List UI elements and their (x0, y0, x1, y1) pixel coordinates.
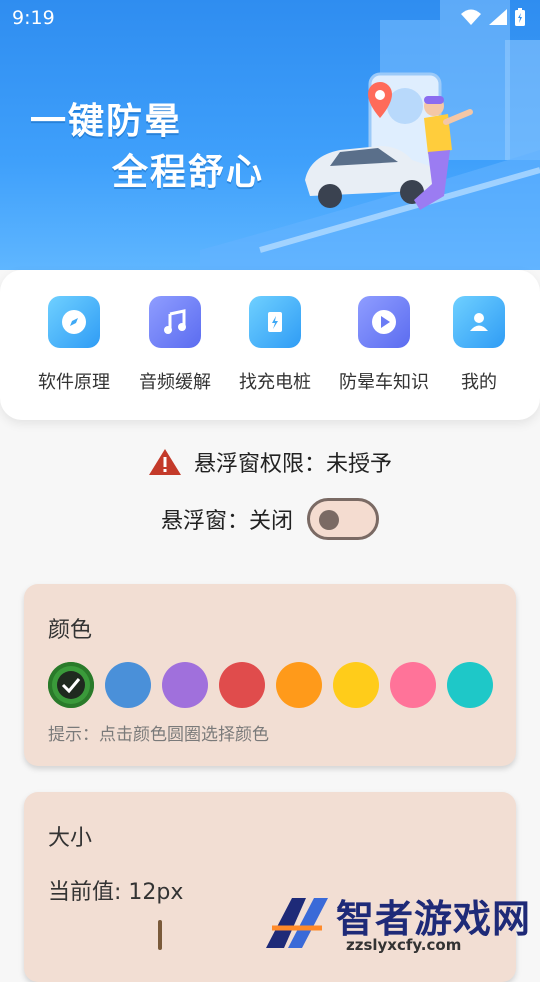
feature-card: 软件原理 音频缓解 找充电桩 防晕车知识 我的 (0, 270, 540, 420)
user-icon (453, 296, 505, 348)
compass-icon (48, 296, 100, 348)
floating-window-toggle[interactable] (307, 498, 379, 540)
color-swatch-purple[interactable] (162, 662, 208, 708)
cellular-signal-icon (489, 9, 507, 25)
permission-text: 悬浮窗权限：未授予 (193, 452, 392, 477)
watermark-logo (266, 898, 328, 948)
warning-icon (148, 449, 181, 475)
color-swatch-orange[interactable] (276, 662, 322, 708)
watermark: 智者游戏网 zzslyxcfy.com (262, 888, 540, 960)
charging-station-icon (249, 296, 301, 348)
color-swatch-pink[interactable] (390, 662, 436, 708)
music-note-icon (149, 296, 201, 348)
status-time: 9:19 (12, 7, 55, 29)
watermark-text: 智者游戏网 (336, 897, 532, 941)
color-card: 颜色 提示：点击颜色圆圈选择颜色 (24, 584, 516, 766)
watermark-url: zzslyxcfy.com (346, 936, 462, 954)
feature-audio-relief[interactable]: 音频缓解 (125, 296, 225, 394)
floating-window-row: 悬浮窗：关闭 (0, 498, 540, 540)
play-icon (358, 296, 410, 348)
battery-icon (515, 8, 525, 26)
banner-slogan-line1: 一键防晕 (30, 101, 183, 142)
feature-motion-sickness-knowledge[interactable]: 防晕车知识 (334, 296, 434, 394)
feature-label: 防晕车知识 (339, 372, 429, 393)
wifi-icon (461, 9, 481, 25)
color-swatch-yellow[interactable] (333, 662, 379, 708)
toggle-knob (319, 510, 339, 530)
feature-label: 软件原理 (38, 372, 110, 393)
floating-window-label: 悬浮窗：关闭 (160, 509, 293, 534)
color-hint: 提示：点击颜色圆圈选择颜色 (48, 725, 269, 745)
color-swatch-red[interactable] (219, 662, 265, 708)
feature-mine[interactable]: 我的 (429, 296, 529, 394)
permission-status: 悬浮窗权限：未授予 (0, 446, 540, 483)
color-swatch-blue[interactable] (105, 662, 151, 708)
check-icon (57, 671, 85, 699)
size-current-value: 当前值: 12px (48, 880, 184, 905)
size-slider-thumb[interactable] (158, 920, 162, 950)
color-swatch-green[interactable] (48, 662, 94, 708)
color-card-title: 颜色 (48, 618, 93, 643)
feature-software-principle[interactable]: 软件原理 (24, 296, 124, 394)
banner-slogan-line2: 全程舒心 (112, 152, 265, 193)
feature-label: 找充电桩 (239, 372, 311, 393)
feature-label: 我的 (461, 372, 497, 393)
color-swatch-cyan[interactable] (447, 662, 493, 708)
banner[interactable]: 一键防晕 全程舒心 (0, 0, 540, 270)
status-bar: 9:19 (0, 0, 540, 36)
feature-label: 音频缓解 (139, 372, 211, 393)
size-card-title: 大小 (48, 826, 93, 851)
feature-find-charger[interactable]: 找充电桩 (225, 296, 325, 394)
